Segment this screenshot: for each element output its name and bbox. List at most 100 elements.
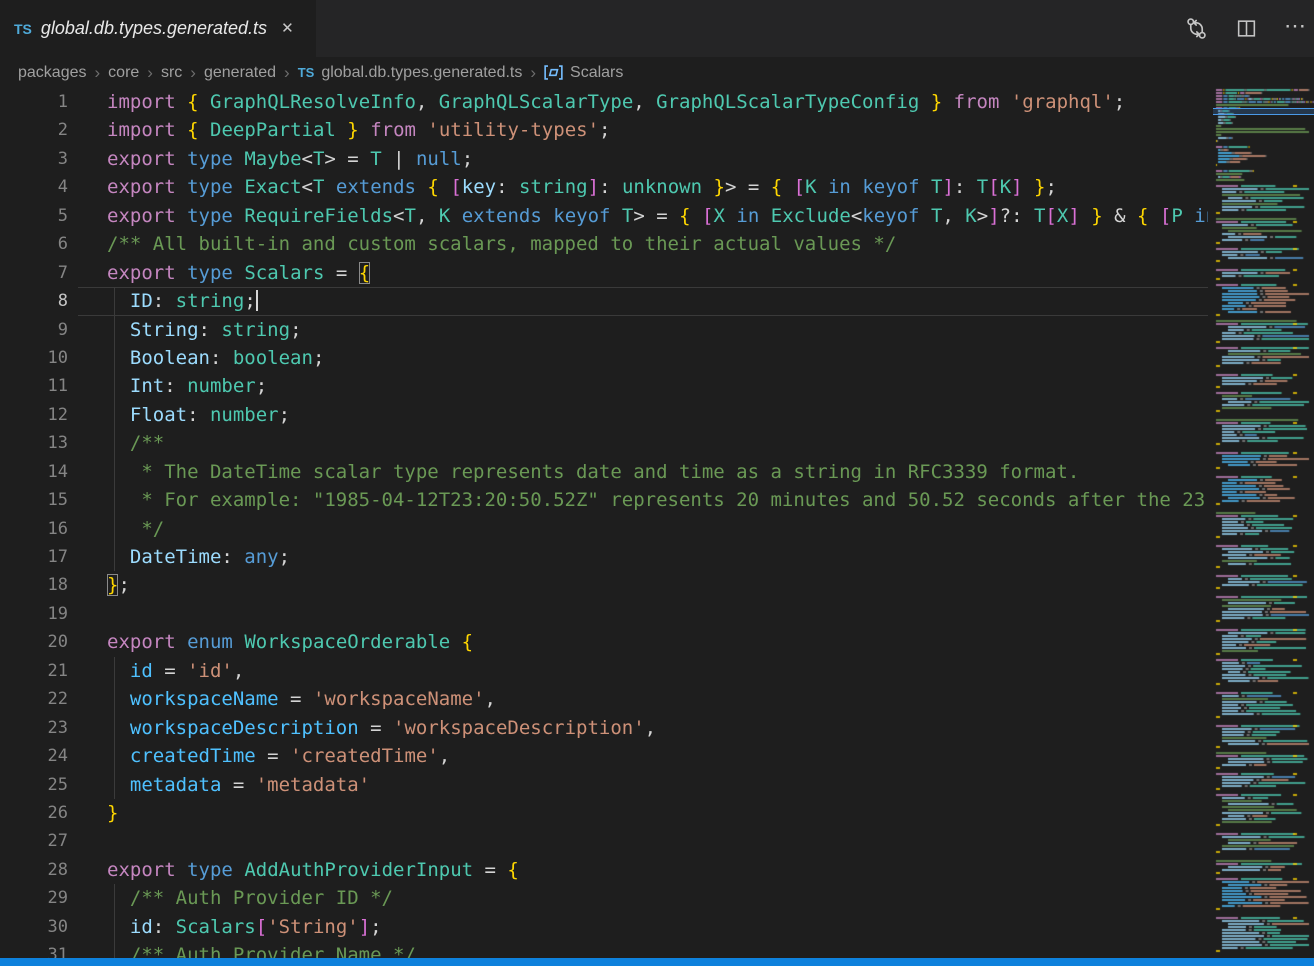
indent-guide: [114, 287, 115, 315]
chevron-right-icon: ›: [190, 63, 196, 83]
indent-guide: [114, 941, 115, 958]
close-icon[interactable]: ✕: [281, 21, 294, 36]
indent-guide: [114, 657, 115, 685]
code-line[interactable]: 4export type Exact<T extends { [key: str…: [0, 173, 1208, 201]
tab-bar: TS global.db.types.generated.ts ✕: [0, 0, 1314, 57]
code-line[interactable]: 15 * For example: "1985-04-12T23:20:50.5…: [0, 486, 1208, 514]
code-line[interactable]: 25 metadata = 'metadata': [0, 771, 1208, 799]
code-line[interactable]: 26}: [0, 799, 1208, 827]
line-number: 25: [0, 771, 68, 799]
indent-guide: [114, 771, 115, 799]
code-line[interactable]: 6/** All built-in and custom scalars, ma…: [0, 230, 1208, 258]
tab-global-db-types[interactable]: TS global.db.types.generated.ts ✕: [0, 0, 316, 57]
line-number: 18: [0, 571, 68, 599]
code-line[interactable]: 27: [0, 827, 1208, 855]
indent-guide: [114, 316, 115, 344]
text-cursor: [256, 290, 258, 311]
line-number: 7: [0, 259, 68, 287]
typescript-file-icon: TS: [14, 21, 32, 37]
breadcrumb-symbol-scalars[interactable]: Scalars: [544, 64, 623, 82]
line-number: 15: [0, 486, 68, 514]
breadcrumb-core[interactable]: core: [108, 64, 139, 82]
chevron-right-icon: ›: [284, 63, 290, 83]
minimap-content: [1213, 88, 1314, 958]
breadcrumb-file[interactable]: TS global.db.types.generated.ts: [298, 64, 523, 82]
code-line[interactable]: 14 * The DateTime scalar type represents…: [0, 458, 1208, 486]
line-number: 10: [0, 344, 68, 372]
code-line[interactable]: 5export type RequireFields<T, K extends …: [0, 202, 1208, 230]
indent-guide: [114, 884, 115, 912]
code-lines: 1import { GraphQLResolveInfo, GraphQLSca…: [0, 88, 1208, 958]
code-line[interactable]: 20export enum WorkspaceOrderable {: [0, 628, 1208, 656]
indent-guide: [114, 458, 115, 486]
line-number: 20: [0, 628, 68, 656]
breadcrumb: packages › core › src › generated › TS g…: [0, 57, 1314, 88]
code-line[interactable]: 29 /** Auth Provider ID */: [0, 884, 1208, 912]
indent-guide: [114, 714, 115, 742]
breadcrumb-symbol-label: Scalars: [570, 64, 623, 82]
code-line[interactable]: 19: [0, 600, 1208, 628]
code-line[interactable]: 13 /**: [0, 429, 1208, 457]
code-line[interactable]: 8 ID: string;: [0, 287, 1208, 315]
split-editor-icon[interactable]: [1235, 17, 1258, 40]
line-number: 2: [0, 116, 68, 144]
indent-guide: [114, 372, 115, 400]
code-line[interactable]: 7export type Scalars = {: [0, 259, 1208, 287]
indent-guide: [114, 344, 115, 372]
code-line[interactable]: 17 DateTime: any;: [0, 543, 1208, 571]
breadcrumb-file-label: global.db.types.generated.ts: [321, 64, 522, 82]
code-editor[interactable]: 1import { GraphQLResolveInfo, GraphQLSca…: [0, 88, 1208, 958]
code-line[interactable]: 28export type AddAuthProviderInput = {: [0, 856, 1208, 884]
chevron-right-icon: ›: [530, 63, 536, 83]
code-line[interactable]: 2import { DeepPartial } from 'utility-ty…: [0, 116, 1208, 144]
editor-actions: ⋯: [1184, 0, 1306, 57]
code-line[interactable]: 22 workspaceName = 'workspaceName',: [0, 685, 1208, 713]
breadcrumb-generated[interactable]: generated: [204, 64, 276, 82]
line-number: 29: [0, 884, 68, 912]
code-line[interactable]: 9 String: string;: [0, 316, 1208, 344]
status-bar: [0, 958, 1314, 966]
line-number: 13: [0, 429, 68, 457]
breadcrumb-src[interactable]: src: [161, 64, 182, 82]
line-number: 6: [0, 230, 68, 258]
code-line[interactable]: 11 Int: number;: [0, 372, 1208, 400]
minimap-current-line: [1213, 108, 1314, 115]
line-number: 5: [0, 202, 68, 230]
line-number: 22: [0, 685, 68, 713]
line-number: 27: [0, 827, 68, 855]
code-line[interactable]: 1import { GraphQLResolveInfo, GraphQLSca…: [0, 88, 1208, 116]
indent-guide: [114, 401, 115, 429]
line-number: 21: [0, 657, 68, 685]
line-number: 31: [0, 941, 68, 958]
symbol-struct-icon: [544, 64, 563, 81]
code-line[interactable]: 21 id = 'id',: [0, 657, 1208, 685]
more-actions-icon[interactable]: ⋯: [1284, 26, 1306, 32]
typescript-file-icon: TS: [298, 65, 315, 80]
code-line[interactable]: 3export type Maybe<T> = T | null;: [0, 145, 1208, 173]
indent-guide: [114, 429, 115, 457]
code-line[interactable]: 23 workspaceDescription = 'workspaceDesc…: [0, 714, 1208, 742]
indent-guide: [114, 486, 115, 514]
breadcrumb-packages[interactable]: packages: [18, 64, 87, 82]
minimap[interactable]: [1213, 88, 1314, 958]
code-line[interactable]: 18};: [0, 571, 1208, 599]
line-number: 3: [0, 145, 68, 173]
indent-guide: [114, 685, 115, 713]
vscode-window: TS global.db.types.generated.ts ✕: [0, 0, 1314, 966]
code-line[interactable]: 12 Float: number;: [0, 401, 1208, 429]
code-line[interactable]: 16 */: [0, 515, 1208, 543]
line-number: 19: [0, 600, 68, 628]
code-line[interactable]: 10 Boolean: boolean;: [0, 344, 1208, 372]
line-number: 9: [0, 316, 68, 344]
line-number: 11: [0, 372, 68, 400]
code-line[interactable]: 24 createdTime = 'createdTime',: [0, 742, 1208, 770]
line-number: 12: [0, 401, 68, 429]
line-number: 30: [0, 913, 68, 941]
line-number: 8: [0, 287, 68, 315]
compare-changes-icon[interactable]: [1184, 16, 1209, 41]
chevron-right-icon: ›: [95, 63, 101, 83]
indent-guide: [114, 515, 115, 543]
code-line[interactable]: 31 /** Auth Provider Name */: [0, 941, 1208, 958]
line-number: 28: [0, 856, 68, 884]
code-line[interactable]: 30 id: Scalars['String'];: [0, 913, 1208, 941]
